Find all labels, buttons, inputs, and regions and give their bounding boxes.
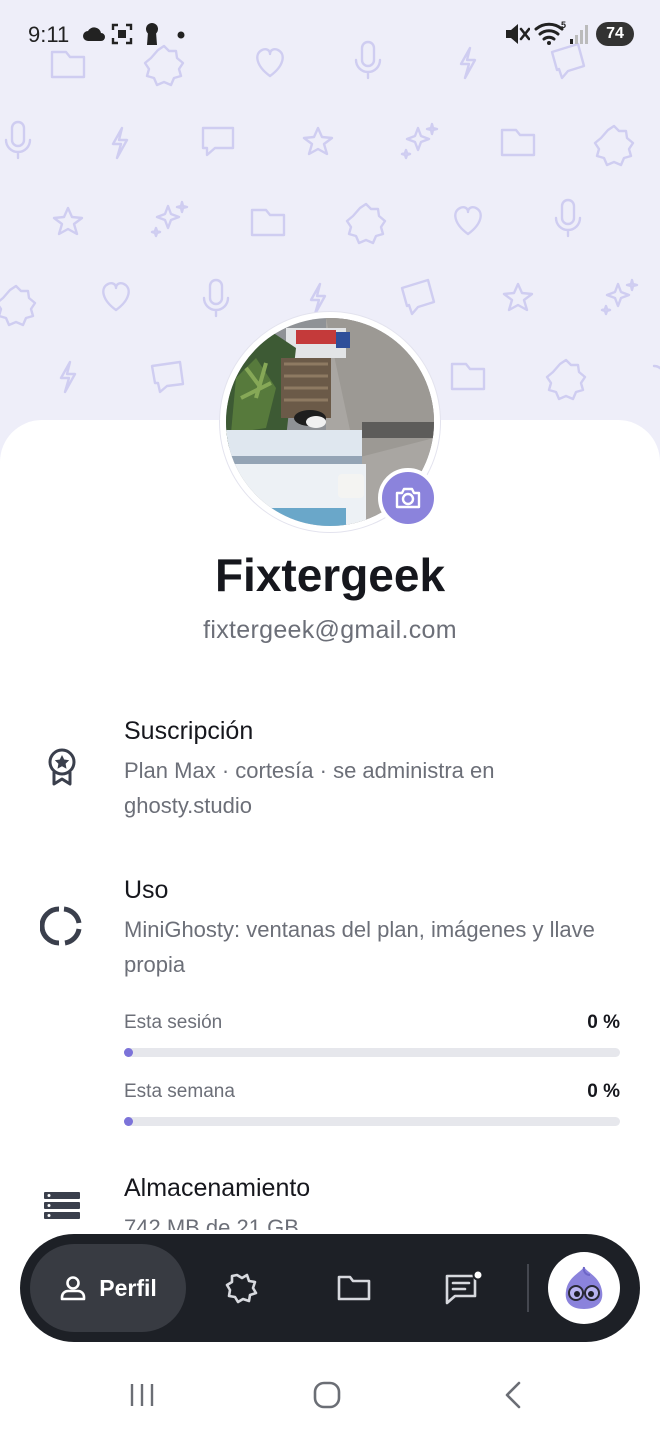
recents-icon [130, 1384, 154, 1406]
recent-apps-button[interactable] [117, 1370, 167, 1420]
dot-icon [177, 31, 185, 39]
nav-files-tab[interactable] [324, 1258, 384, 1318]
svg-text:5: 5 [561, 20, 566, 30]
screenshot-icon [111, 23, 133, 45]
signal-icon [570, 25, 588, 44]
puzzle-icon [225, 1273, 258, 1304]
session-label: Esta sesión [124, 1012, 223, 1033]
back-button[interactable] [488, 1370, 538, 1420]
nav-chat-tab[interactable] [434, 1258, 494, 1318]
week-progress-bar [124, 1117, 620, 1126]
week-progress-fill [124, 1117, 133, 1126]
nav-profile-label: Perfil [99, 1274, 157, 1301]
profile-icon [60, 1276, 86, 1301]
profile-name: Fixtergeek [214, 549, 446, 601]
nav-profile-tab[interactable]: Perfil [30, 1244, 186, 1332]
session-progress-bar [124, 1048, 620, 1057]
keyhole-icon [146, 23, 158, 45]
status-time: 9:11 [28, 22, 70, 47]
cloud-icon [83, 27, 105, 41]
status-bar: 9:11 5 74 [0, 0, 660, 70]
home-button[interactable] [302, 1370, 352, 1420]
session-progress-fill [124, 1048, 133, 1057]
ghost-avatar [565, 1266, 603, 1309]
usage-title: Uso [124, 876, 169, 904]
week-label: Esta semana [124, 1081, 235, 1102]
session-value: 0 % [587, 1012, 620, 1033]
camera-icon [395, 487, 421, 509]
system-navigation-bar [0, 1352, 660, 1434]
folder-icon [337, 1275, 371, 1301]
nav-divider [527, 1264, 529, 1312]
storage-row[interactable]: Almacenamiento 742 MB de 21 GB [0, 1150, 660, 1230]
profile-email: fixtergeek@gmail.com [203, 616, 457, 644]
mute-icon [506, 24, 530, 44]
storage-subtitle: 742 MB de 21 GB [124, 1215, 299, 1230]
usage-donut-icon [40, 906, 82, 946]
bottom-navigation: Perfil [20, 1234, 640, 1342]
ghost-assistant-button[interactable] [548, 1252, 620, 1324]
nav-extensions-tab[interactable] [212, 1258, 272, 1318]
award-icon [48, 748, 76, 786]
subscription-title: Suscripción [124, 717, 254, 745]
wifi-icon: 5 [534, 20, 566, 45]
chat-icon [445, 1270, 484, 1305]
change-photo-button[interactable] [378, 468, 438, 528]
storage-title: Almacenamiento [124, 1174, 311, 1202]
week-value: 0 % [587, 1081, 620, 1102]
battery-indicator: 74 [596, 22, 634, 46]
home-icon [313, 1381, 341, 1409]
storage-icon [44, 1192, 80, 1219]
back-icon [505, 1381, 521, 1409]
usage-subtitle: MiniGhosty: ventanas del plan, imágenes … [124, 917, 595, 977]
subscription-subtitle: Plan Max · cortesía · se administra en g… [124, 758, 495, 818]
